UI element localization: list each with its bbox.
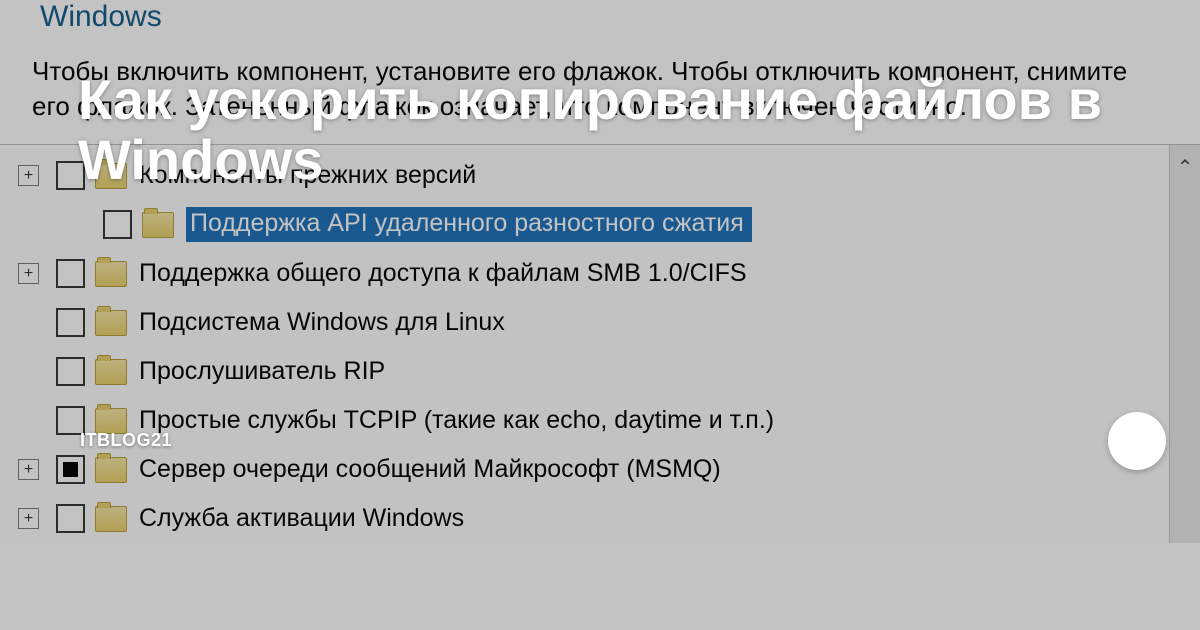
feature-checkbox[interactable] bbox=[56, 455, 85, 484]
windows-features-panel: Windows Чтобы включить компонент, устано… bbox=[0, 0, 1200, 630]
tree-row[interactable]: +Прослушиватель RIP bbox=[0, 347, 1169, 396]
feature-label: Простые службы TCPIP (такие как echo, da… bbox=[139, 406, 774, 435]
feature-label: Служба активации Windows bbox=[139, 504, 464, 533]
tree-row[interactable]: +Подсистема Windows для Linux bbox=[0, 298, 1169, 347]
folder-icon bbox=[95, 506, 127, 532]
feature-checkbox[interactable] bbox=[103, 210, 132, 239]
expand-icon[interactable]: + bbox=[18, 263, 39, 284]
feature-checkbox[interactable] bbox=[56, 406, 85, 435]
feature-tree: +Компоненты прежних версий+Поддержка API… bbox=[0, 145, 1169, 543]
feature-checkbox[interactable] bbox=[56, 259, 85, 288]
tree-row[interactable]: + Поддержка общего доступа к файлам SMB 1… bbox=[0, 249, 1169, 298]
feature-label: Компоненты прежних версий bbox=[139, 161, 476, 190]
folder-icon bbox=[95, 163, 127, 189]
feature-checkbox[interactable] bbox=[56, 161, 85, 190]
window-description: Чтобы включить компонент, установите его… bbox=[0, 40, 1200, 144]
feature-checkbox[interactable] bbox=[56, 308, 85, 337]
folder-icon bbox=[142, 212, 174, 238]
expand-icon[interactable]: + bbox=[18, 165, 39, 186]
tree-container: +Компоненты прежних версий+Поддержка API… bbox=[0, 144, 1200, 543]
window-title: Windows bbox=[0, 0, 1200, 40]
folder-icon bbox=[95, 457, 127, 483]
tree-row[interactable]: + Служба активации Windows bbox=[0, 494, 1169, 543]
feature-checkbox[interactable] bbox=[56, 357, 85, 386]
tree-row[interactable]: +Простые службы TCPIP (такие как echo, d… bbox=[0, 396, 1169, 445]
expand-icon[interactable]: + bbox=[18, 508, 39, 529]
folder-icon bbox=[95, 359, 127, 385]
folder-icon bbox=[95, 408, 127, 434]
tree-row[interactable]: +Поддержка API удаленного разностного сж… bbox=[0, 200, 1169, 249]
expand-icon[interactable]: + bbox=[18, 459, 39, 480]
feature-label: Поддержка API удаленного разностного сжа… bbox=[186, 207, 752, 242]
scroll-up-icon[interactable]: ⌃ bbox=[1177, 155, 1194, 543]
feature-label: Прослушиватель RIP bbox=[139, 357, 385, 386]
feature-label: Поддержка общего доступа к файлам SMB 1.… bbox=[139, 259, 747, 288]
folder-icon bbox=[95, 261, 127, 287]
scrollbar[interactable]: ⌃ bbox=[1169, 145, 1200, 543]
feature-checkbox[interactable] bbox=[56, 504, 85, 533]
tree-row[interactable]: + Сервер очереди сообщений Майкрософт (MS… bbox=[0, 445, 1169, 494]
folder-icon bbox=[95, 310, 127, 336]
tree-row[interactable]: + Компоненты прежних версий bbox=[0, 151, 1169, 200]
feature-label: Подсистема Windows для Linux bbox=[139, 308, 505, 337]
feature-label: Сервер очереди сообщений Майкрософт (MSM… bbox=[139, 455, 721, 484]
